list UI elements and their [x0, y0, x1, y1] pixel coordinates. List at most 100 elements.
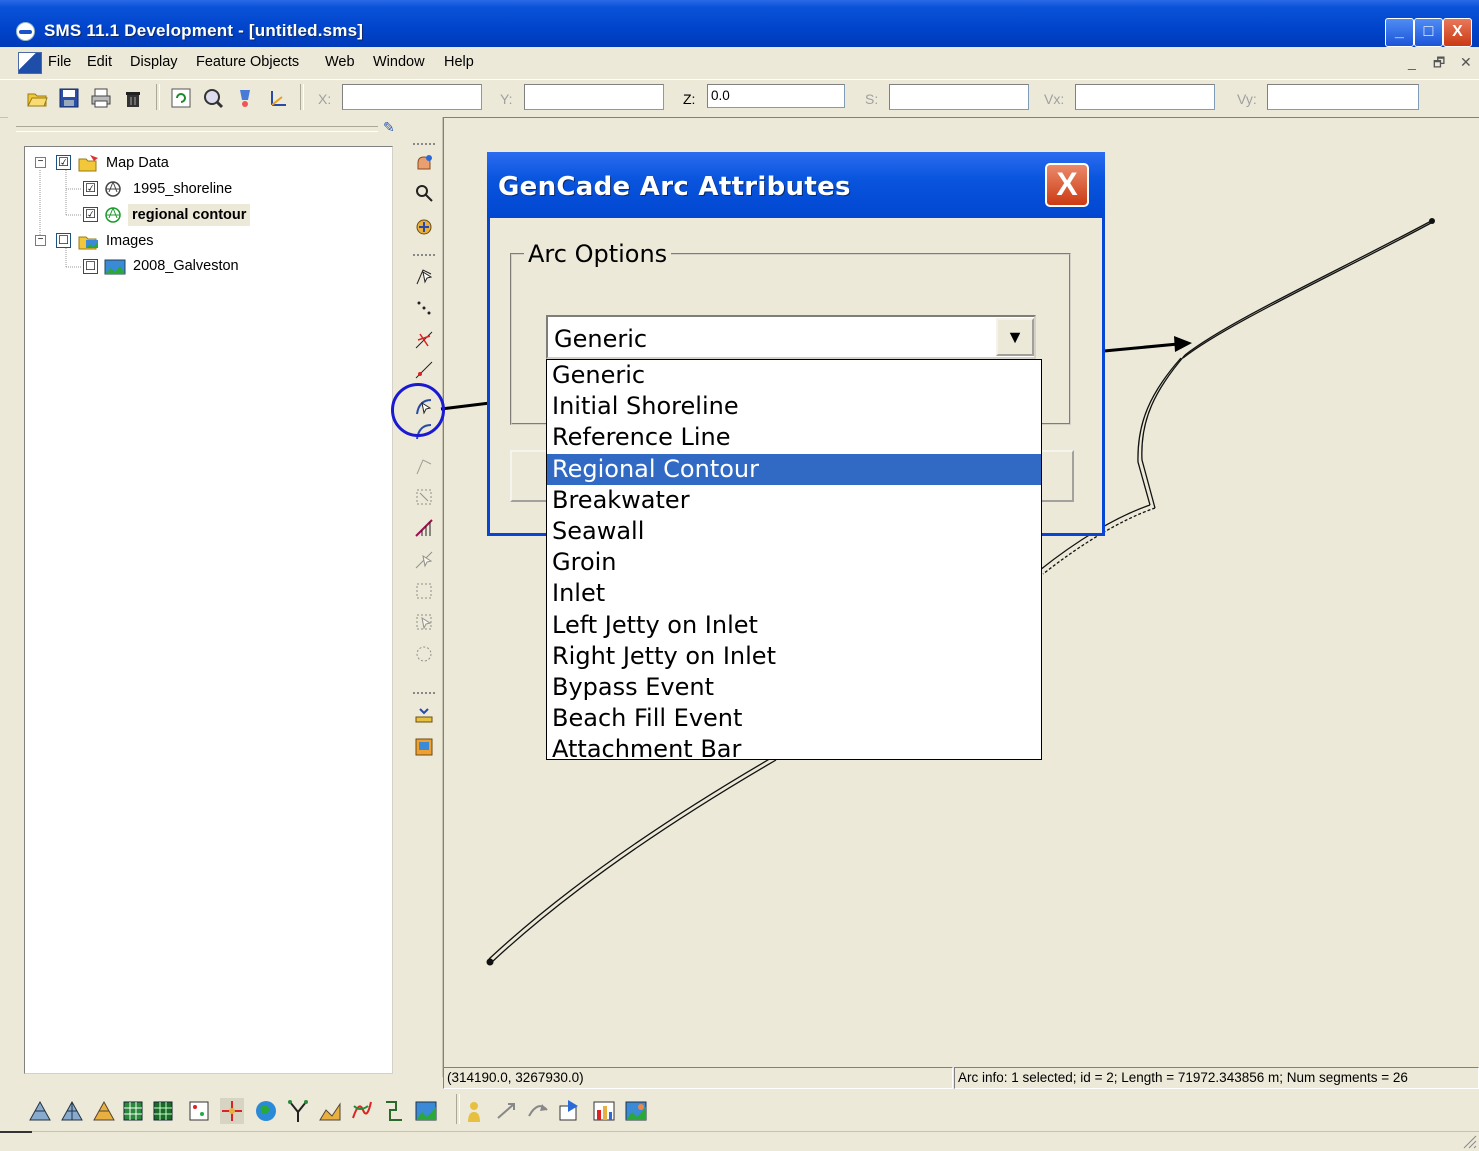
mesh-3-module-icon	[93, 1100, 115, 1121]
images-checkbox[interactable]: ☐	[56, 233, 71, 248]
zoom-icon[interactable]	[414, 183, 434, 203]
axes-icon[interactable]	[266, 87, 288, 109]
option-reference-line[interactable]: Reference Line	[547, 422, 1041, 453]
images-expander[interactable]: −	[35, 235, 46, 246]
cartesian-grid-icon	[123, 1101, 143, 1121]
option-initial-shoreline[interactable]: Initial Shoreline	[547, 391, 1041, 422]
annotation-icon[interactable]	[414, 737, 434, 757]
resize-grip-icon[interactable]	[1459, 1131, 1477, 1149]
mesh-module-icon	[29, 1100, 51, 1121]
close-button[interactable]: X	[1443, 18, 1472, 47]
rotate-icon[interactable]	[414, 217, 434, 237]
menu-display[interactable]: Display	[130, 54, 178, 70]
tree-item-map-data[interactable]: Map Data	[106, 155, 169, 171]
option-regional-contour[interactable]: Regional Contour	[547, 454, 1041, 485]
dropdown-arrow-button[interactable]: ▼	[996, 318, 1034, 356]
option-bypass-event[interactable]: Bypass Event	[547, 672, 1041, 703]
create-point-icon[interactable]	[414, 298, 434, 318]
image-module-icon	[625, 1101, 647, 1121]
option-groin[interactable]: Groin	[547, 547, 1041, 578]
x-coordinate-field[interactable]	[342, 84, 482, 110]
transform-icon	[497, 1103, 515, 1119]
menu-edit[interactable]: Edit	[87, 54, 112, 70]
option-beach-fill-event[interactable]: Beach Fill Event	[547, 703, 1041, 734]
refresh-icon[interactable]	[170, 87, 192, 109]
tree-item-regional-contour[interactable]: regional contour	[128, 204, 251, 226]
select-feature-point-icon[interactable]	[414, 266, 434, 286]
pan-icon[interactable]	[414, 153, 434, 173]
print-icon[interactable]	[90, 87, 112, 109]
select-arc-group-icon[interactable]	[414, 550, 434, 570]
tool-group-grip	[413, 254, 435, 256]
status-coordinates: (314190.0, 3267930.0)	[443, 1067, 953, 1089]
status-arc-info: Arc info: 1 selected; id = 2; Length = 7…	[954, 1067, 1479, 1089]
menu-web[interactable]: Web	[325, 54, 355, 70]
tool-group-grip	[413, 692, 435, 694]
arc-type-options-list[interactable]: Generic Initial Shoreline Reference Line…	[546, 359, 1042, 760]
build-polygon-icon[interactable]	[414, 487, 434, 507]
particle-module-icon	[288, 1100, 308, 1122]
option-generic[interactable]: Generic	[547, 360, 1041, 391]
panel-splitter[interactable]	[16, 126, 378, 132]
z-coordinate-field[interactable]: 0.0	[707, 84, 845, 108]
s-value-field[interactable]	[889, 84, 1029, 110]
menu-feature-objects[interactable]: Feature Objects	[196, 54, 299, 70]
mdi-close-button[interactable]: ✕	[1460, 54, 1472, 71]
pin-icon[interactable]: ✎	[383, 119, 395, 136]
y-coordinate-field[interactable]	[524, 84, 664, 110]
trash-icon[interactable]	[122, 87, 144, 109]
shoreline-checkbox[interactable]: ☑	[83, 181, 98, 196]
sms-main-window: SMS 11.1 Development - [untitled.sms] _ …	[0, 0, 1479, 1151]
menu-help[interactable]: Help	[444, 54, 474, 70]
arc-type-selected-value: Generic	[554, 325, 648, 353]
tool-group-grip	[413, 143, 435, 145]
select-vertex-icon[interactable]	[414, 330, 434, 350]
map-data-icon	[78, 154, 100, 172]
dialog-close-button[interactable]: X	[1045, 163, 1089, 207]
option-breakwater[interactable]: Breakwater	[547, 485, 1041, 516]
project-tree[interactable]	[24, 146, 393, 1074]
mdi-minimize-button[interactable]: _	[1408, 54, 1416, 70]
select-polygon-icon[interactable]	[414, 456, 434, 476]
vx-value-field[interactable]	[1075, 84, 1215, 110]
plot-icon	[593, 1101, 615, 1121]
quick-tin-icon	[319, 1102, 341, 1121]
menu-file[interactable]: File	[48, 54, 71, 70]
option-left-jetty-on-inlet[interactable]: Left Jetty on Inlet	[547, 610, 1041, 641]
select-box-icon[interactable]	[414, 581, 434, 601]
option-right-jetty-on-inlet[interactable]: Right Jetty on Inlet	[547, 641, 1041, 672]
raster-module-icon	[415, 1101, 437, 1121]
option-seawall[interactable]: Seawall	[547, 516, 1041, 547]
ruler-icon[interactable]	[414, 705, 434, 725]
zoom-frame-icon[interactable]	[202, 87, 224, 109]
open-icon[interactable]	[26, 87, 48, 109]
select-circle-icon[interactable]	[414, 644, 434, 664]
flow-icon	[528, 1104, 548, 1117]
document-icon[interactable]	[18, 52, 42, 74]
create-arc-icon[interactable]	[414, 360, 434, 380]
lighting-icon[interactable]	[234, 87, 256, 109]
menu-window[interactable]: Window	[373, 54, 425, 70]
minimize-button[interactable]: _	[1385, 18, 1414, 47]
map-data-checkbox[interactable]: ☑	[56, 155, 71, 170]
maximize-button[interactable]: □	[1414, 18, 1443, 47]
image-icon	[104, 258, 126, 276]
tree-item-1995-shoreline[interactable]: 1995_shoreline	[133, 181, 232, 197]
coverage-icon	[104, 180, 122, 198]
tree-item-images[interactable]: Images	[106, 233, 154, 249]
option-attachment-bar[interactable]: Attachment Bar	[547, 734, 1041, 759]
select-box-arrow-icon[interactable]	[414, 612, 434, 632]
option-inlet[interactable]: Inlet	[547, 578, 1041, 609]
arc-options-label: Arc Options	[524, 240, 672, 268]
mdi-restore-button[interactable]: 🗗	[1433, 54, 1445, 76]
vy-label: Vy:	[1237, 91, 1257, 107]
measure-icon[interactable]	[414, 518, 434, 538]
save-icon[interactable]	[58, 87, 80, 109]
tree-item-2008-galveston[interactable]: 2008_Galveston	[133, 258, 239, 274]
vy-value-field[interactable]	[1267, 84, 1419, 110]
map-data-expander[interactable]: −	[35, 157, 46, 168]
galveston-checkbox[interactable]: ☐	[83, 259, 98, 274]
regional-contour-checkbox[interactable]: ☑	[83, 207, 98, 222]
sms-logo-icon	[16, 22, 35, 41]
dialog-title: GenCade Arc Attributes	[498, 172, 851, 202]
